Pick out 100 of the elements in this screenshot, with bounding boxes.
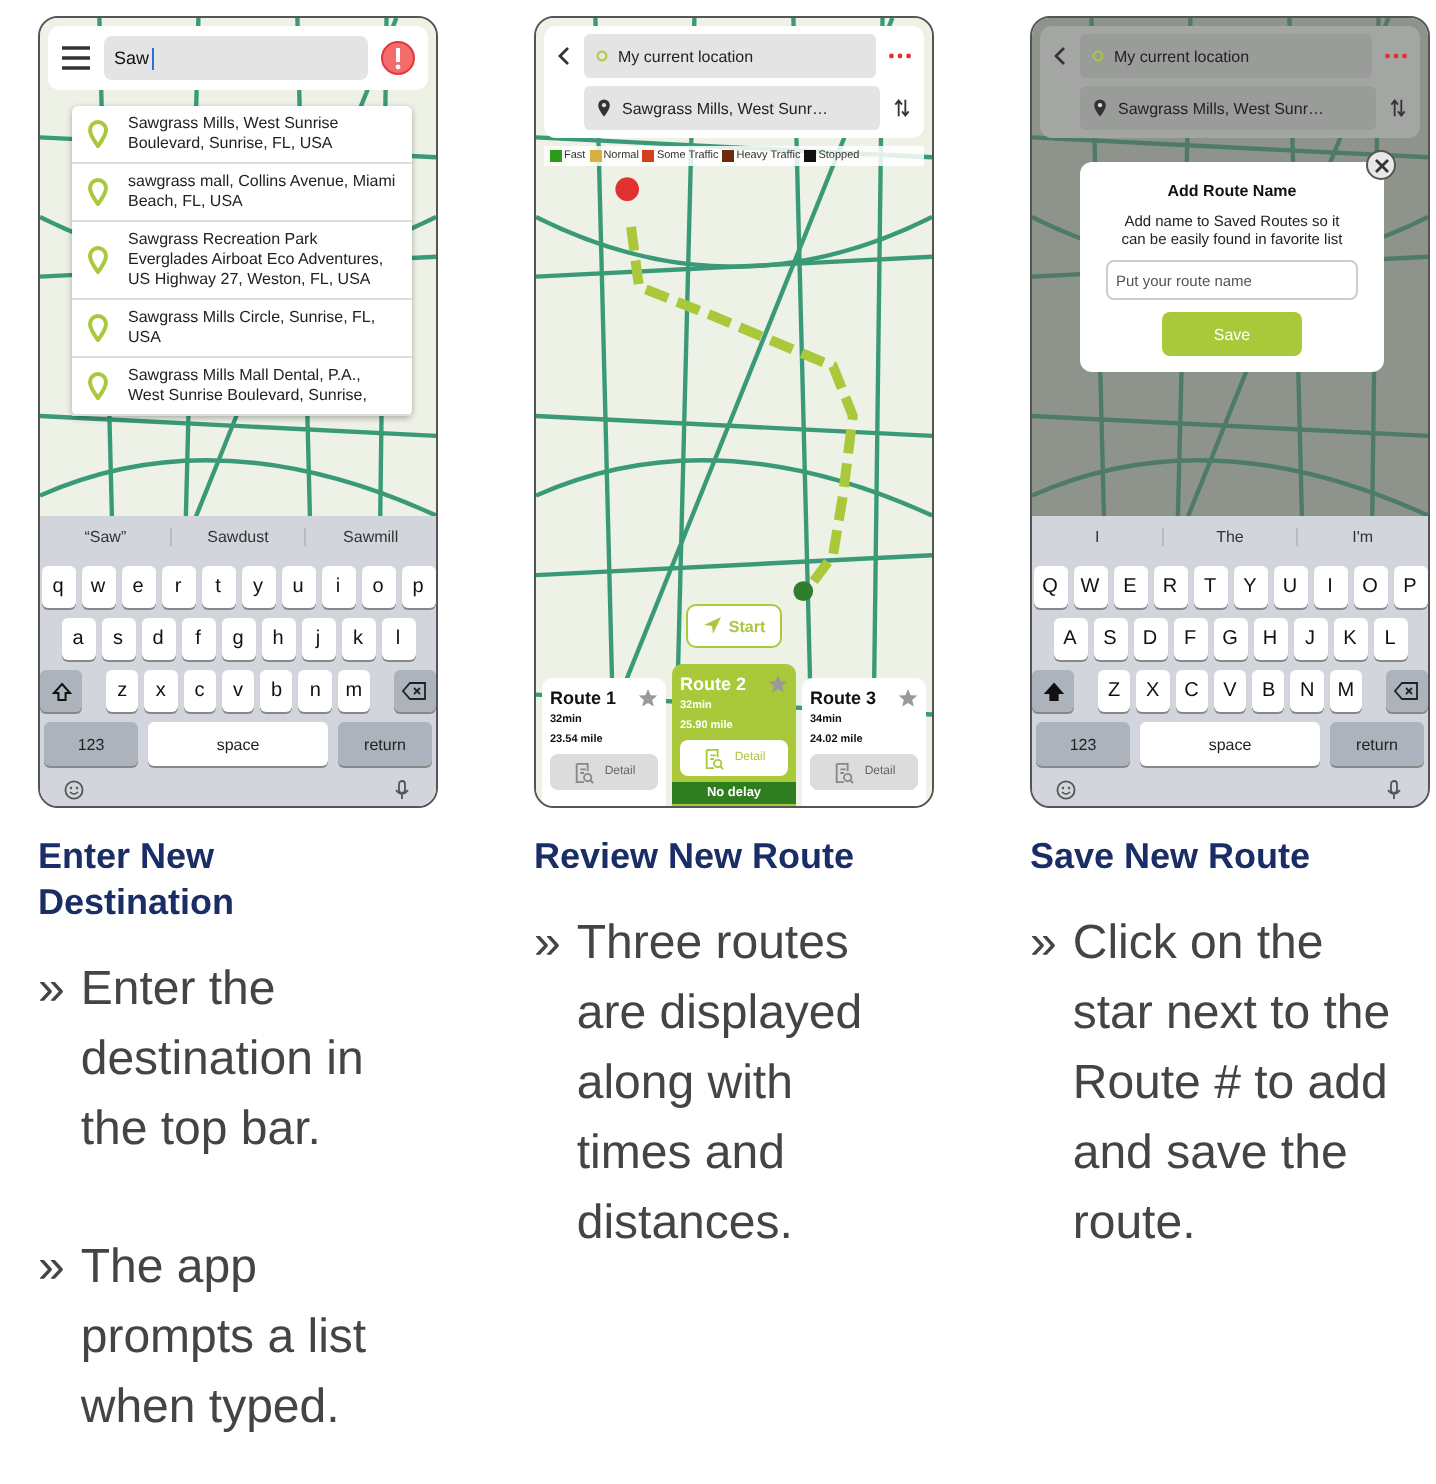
key[interactable]: O bbox=[1353, 566, 1387, 608]
key[interactable]: C bbox=[1175, 670, 1208, 712]
key[interactable]: X bbox=[1136, 670, 1170, 712]
alert-icon[interactable] bbox=[380, 40, 416, 76]
key[interactable]: E bbox=[1113, 566, 1147, 608]
word-suggestion[interactable]: “Saw” bbox=[40, 527, 171, 545]
key[interactable]: Q bbox=[1033, 566, 1067, 608]
key[interactable]: e bbox=[121, 566, 155, 608]
search-field[interactable]: Saw bbox=[104, 36, 368, 80]
menu-icon[interactable] bbox=[60, 44, 92, 72]
word-suggestion[interactable]: The bbox=[1162, 527, 1296, 545]
key[interactable]: T bbox=[1193, 566, 1227, 608]
key[interactable]: c bbox=[183, 670, 216, 712]
microphone-icon[interactable] bbox=[1384, 780, 1404, 800]
word-suggestion[interactable]: I bbox=[1032, 527, 1163, 545]
star-icon[interactable] bbox=[768, 674, 788, 694]
key[interactable]: m bbox=[337, 670, 371, 712]
key[interactable]: p bbox=[401, 566, 435, 608]
route-name: Route 1 bbox=[550, 688, 617, 708]
key[interactable]: U bbox=[1273, 566, 1307, 608]
key[interactable]: N bbox=[1290, 670, 1324, 712]
emoji-icon[interactable] bbox=[64, 780, 84, 800]
key[interactable]: P bbox=[1393, 566, 1427, 608]
key[interactable]: j bbox=[301, 618, 335, 660]
word-suggestion[interactable]: I'm bbox=[1295, 527, 1428, 545]
key[interactable]: r bbox=[161, 566, 195, 608]
key[interactable]: G bbox=[1213, 618, 1247, 660]
key[interactable]: n bbox=[298, 670, 332, 712]
key[interactable]: h bbox=[261, 618, 295, 660]
shift-key[interactable] bbox=[1032, 670, 1075, 712]
return-key[interactable]: return bbox=[338, 722, 432, 766]
suggestion-item[interactable]: sawgrass mall, Collins Avenue, Miami Beach, FL, USA bbox=[72, 164, 412, 222]
shift-key[interactable] bbox=[40, 670, 83, 712]
key[interactable]: q bbox=[41, 566, 75, 608]
key[interactable]: f bbox=[181, 618, 215, 660]
word-suggestion[interactable]: Sawdust bbox=[170, 527, 304, 545]
key[interactable]: L bbox=[1373, 618, 1407, 660]
star-icon[interactable] bbox=[638, 688, 658, 708]
back-icon[interactable] bbox=[1052, 46, 1068, 66]
suggestion-item[interactable]: Sawgrass Recreation Park Everglades Airboat Eco Adventures, US Highway 27, Weston, FL, USA bbox=[72, 222, 412, 300]
origin-field[interactable]: My current location bbox=[584, 34, 876, 78]
word-suggestion[interactable]: Sawmill bbox=[303, 527, 436, 545]
key[interactable]: b bbox=[260, 670, 293, 712]
key[interactable]: B bbox=[1252, 670, 1285, 712]
key[interactable]: D bbox=[1133, 618, 1167, 660]
key[interactable]: d bbox=[141, 618, 175, 660]
origin-field[interactable]: My current location bbox=[1080, 34, 1372, 78]
suggestion-item[interactable]: Sawgrass Mills Mall Dental, P.A., West Sunrise Boulevard, Sunrise, bbox=[72, 358, 412, 416]
key[interactable]: o bbox=[361, 566, 395, 608]
step-heading: Enter New Destination bbox=[38, 834, 237, 926]
back-icon[interactable] bbox=[556, 46, 572, 66]
backspace-key[interactable] bbox=[1385, 670, 1428, 712]
key[interactable]: y bbox=[241, 566, 275, 608]
key[interactable]: H bbox=[1253, 618, 1287, 660]
space-key[interactable]: space bbox=[148, 722, 328, 766]
key[interactable]: Z bbox=[1097, 670, 1131, 712]
key[interactable]: x bbox=[144, 670, 178, 712]
key[interactable]: I bbox=[1313, 566, 1347, 608]
microphone-icon[interactable] bbox=[392, 780, 412, 800]
space-key[interactable]: space bbox=[1140, 722, 1320, 766]
key[interactable]: z bbox=[105, 670, 139, 712]
swap-icon[interactable] bbox=[892, 98, 912, 118]
key[interactable]: g bbox=[221, 618, 255, 660]
star-icon[interactable] bbox=[898, 688, 918, 708]
numbers-key[interactable]: 123 bbox=[44, 722, 138, 766]
key[interactable]: S bbox=[1093, 618, 1127, 660]
swap-icon[interactable] bbox=[1388, 98, 1408, 118]
key[interactable]: V bbox=[1213, 670, 1247, 712]
destination-field[interactable]: Sawgrass Mills, West Sunr… bbox=[584, 86, 880, 130]
location-pin-icon bbox=[596, 98, 612, 118]
suggestion-item[interactable]: Sawgrass Mills, West Sunrise Boulevard, Sunrise, FL, USA bbox=[72, 106, 412, 164]
key[interactable]: i bbox=[321, 566, 355, 608]
key[interactable]: Y bbox=[1233, 566, 1267, 608]
key[interactable]: w bbox=[81, 566, 115, 608]
bullet-marker: » bbox=[1030, 914, 1057, 974]
bullet-marker: » bbox=[38, 960, 65, 1020]
key[interactable]: W bbox=[1073, 566, 1107, 608]
key[interactable]: A bbox=[1053, 618, 1087, 660]
numbers-key[interactable]: 123 bbox=[1036, 722, 1130, 766]
bullet-text: Three routes are displayed along with times and distances. bbox=[576, 914, 865, 1254]
suggestion-item[interactable]: Sawgrass Mills Circle, Sunrise, FL, USA bbox=[72, 300, 412, 358]
key[interactable]: F bbox=[1173, 618, 1207, 660]
key[interactable]: s bbox=[101, 618, 135, 660]
destination-field[interactable]: Sawgrass Mills, West Sunr… bbox=[1080, 86, 1376, 130]
more-icon[interactable] bbox=[888, 52, 912, 60]
key[interactable]: K bbox=[1333, 618, 1367, 660]
backspace-key[interactable] bbox=[393, 670, 436, 712]
bullet-text: Enter the destination in the top bar. bbox=[80, 960, 366, 1160]
key[interactable]: M bbox=[1329, 670, 1363, 712]
key[interactable]: k bbox=[341, 618, 375, 660]
location-pin-icon bbox=[88, 120, 108, 148]
key[interactable]: v bbox=[221, 670, 255, 712]
key[interactable]: a bbox=[61, 618, 95, 660]
return-key[interactable]: return bbox=[1330, 722, 1424, 766]
key[interactable]: l bbox=[381, 618, 415, 660]
key[interactable]: J bbox=[1293, 618, 1327, 660]
key[interactable]: R bbox=[1153, 566, 1187, 608]
key[interactable]: t bbox=[201, 566, 235, 608]
key[interactable]: u bbox=[281, 566, 315, 608]
emoji-icon[interactable] bbox=[1056, 780, 1076, 800]
